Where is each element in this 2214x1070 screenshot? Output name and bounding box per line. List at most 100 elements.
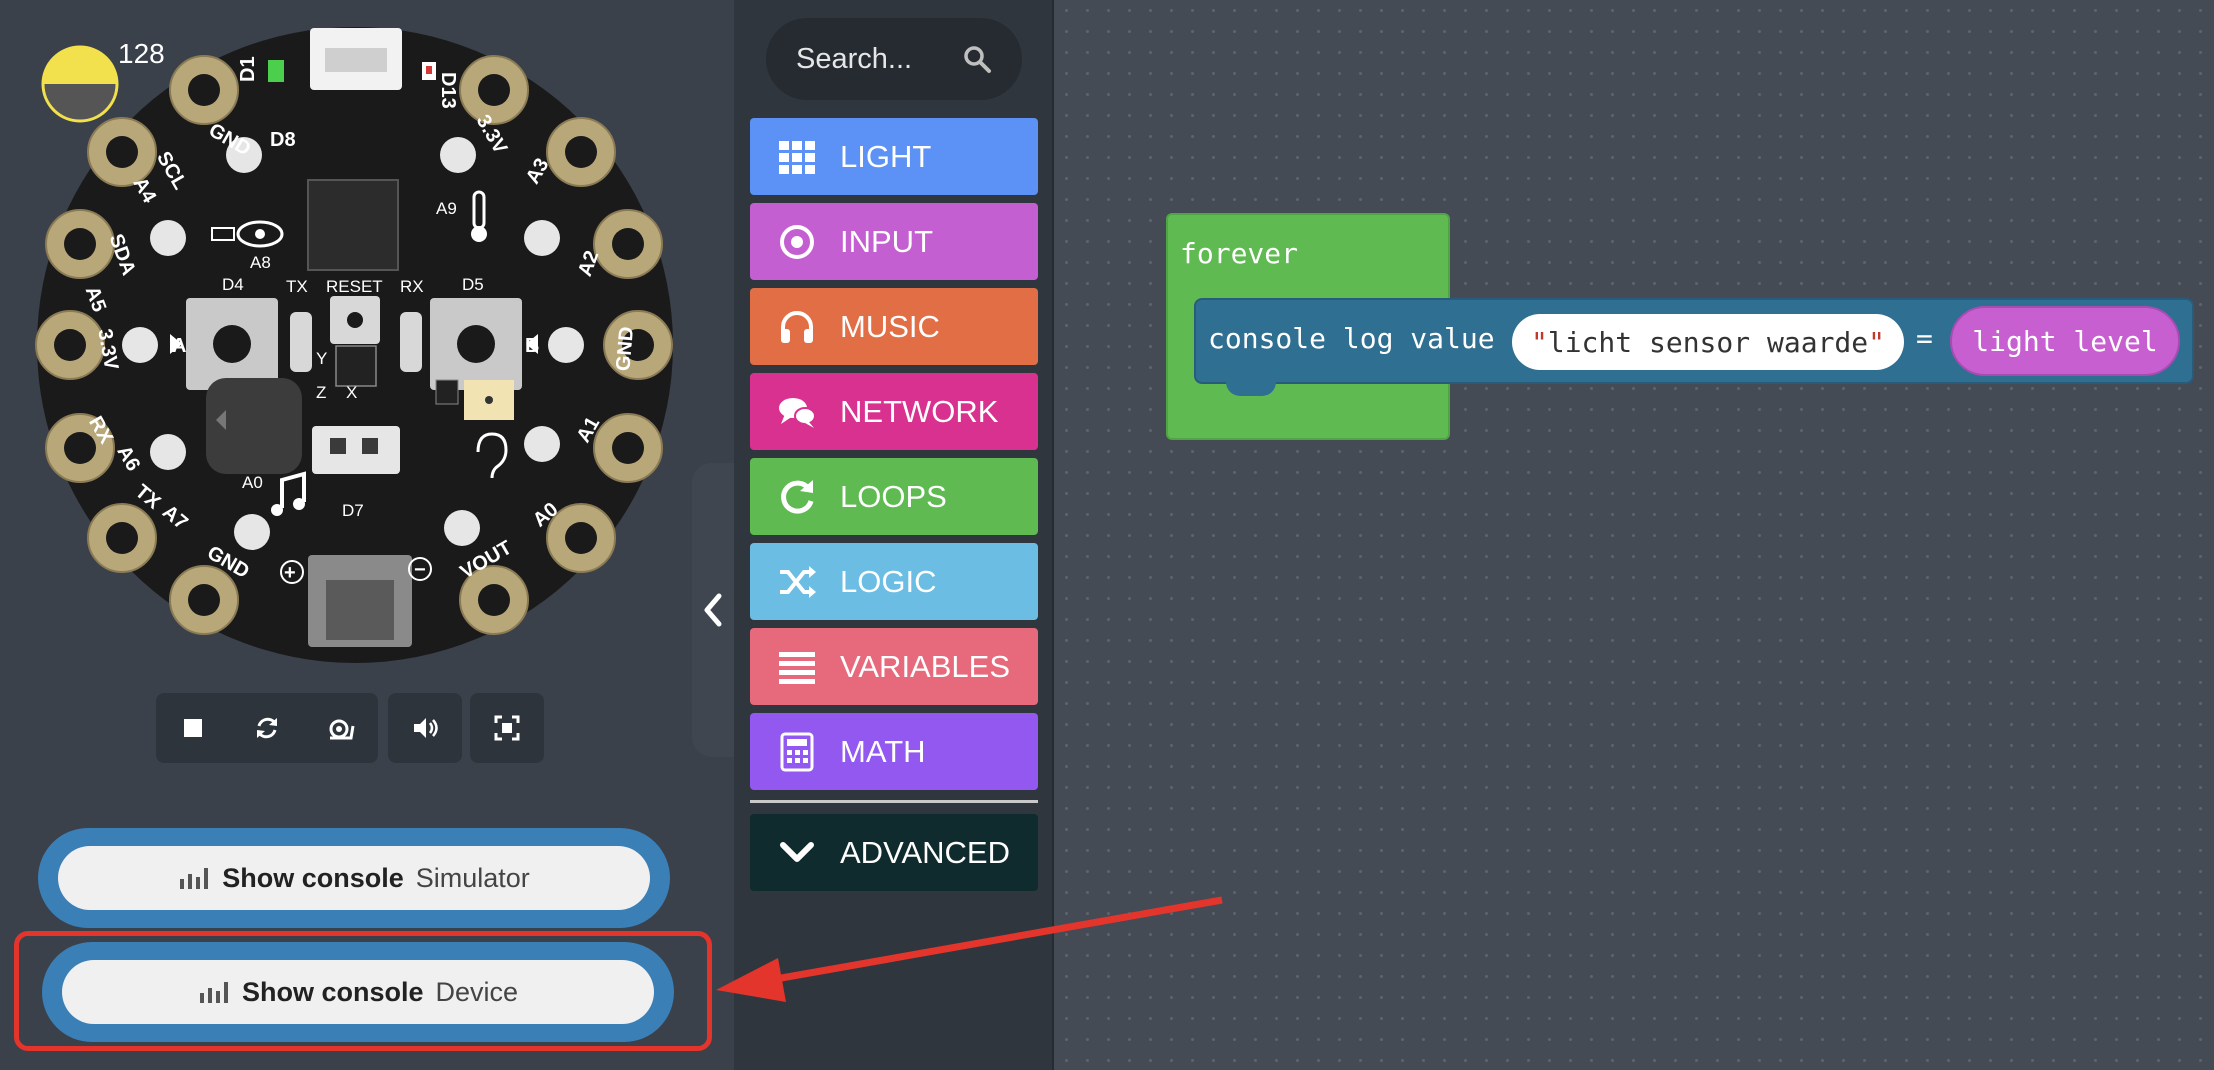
category-input[interactable]: INPUT xyxy=(750,203,1038,280)
neopixel-7 xyxy=(150,434,186,470)
calculator-icon xyxy=(780,732,814,771)
category-label: MUSIC xyxy=(840,308,940,344)
category-math[interactable]: MATH xyxy=(750,713,1038,790)
simulator-pane: + − D1 D13 D8 GND 3.3V SCL A4 A3 SDA A5 … xyxy=(0,0,734,1070)
label-reset: RESET xyxy=(326,277,383,296)
console-log-value-label: console log value xyxy=(1208,322,1495,355)
console-simulator-container: Show console Simulator xyxy=(38,828,670,928)
label-d7: D7 xyxy=(342,501,364,520)
category-network[interactable]: NETWORK xyxy=(750,373,1038,450)
label-a0-speaker: A0 xyxy=(242,473,263,492)
label-d5: D5 xyxy=(462,275,484,294)
toolbox-divider xyxy=(750,800,1038,803)
chevron-down-icon xyxy=(780,841,814,862)
light-level-gauge[interactable] xyxy=(40,44,120,124)
label-z-axis: Z xyxy=(316,383,326,402)
label-gnd-right: GND xyxy=(612,326,638,372)
category-label: LOOPS xyxy=(840,478,947,514)
search-input[interactable]: Search... xyxy=(766,18,1022,100)
category-logic[interactable]: LOGIC xyxy=(750,543,1038,620)
search-icon xyxy=(964,46,991,73)
list-icon xyxy=(779,651,815,684)
category-music[interactable]: MUSIC xyxy=(750,288,1038,365)
category-label: LIGHT xyxy=(840,138,932,174)
svg-text:−: − xyxy=(414,559,426,581)
toolbox: Search... LIGHT INPUT MUSIC NETWORK LOOP… xyxy=(734,0,1054,1070)
refresh-icon xyxy=(781,479,814,514)
category-label: LOGIC xyxy=(840,563,937,599)
ir-transmitter xyxy=(290,312,312,372)
string-input-slot[interactable]: " licht sensor waarde " xyxy=(1512,314,1904,370)
bar-chart-icon xyxy=(180,868,209,889)
label-rx-chip: RX xyxy=(400,277,424,296)
neopixel-3 xyxy=(150,220,186,256)
power-led xyxy=(268,60,284,82)
block-connector-notch xyxy=(1226,380,1276,396)
light-level-label: light level xyxy=(1972,324,2158,358)
slide-switch xyxy=(312,426,400,474)
fullscreen-icon xyxy=(494,715,520,741)
chevron-left-icon xyxy=(704,593,722,627)
neopixel-5 xyxy=(122,327,158,363)
forever-block-label: forever xyxy=(1180,237,1299,270)
simulator-controls-sound xyxy=(388,693,462,763)
mute-button[interactable] xyxy=(390,693,460,763)
stop-button[interactable] xyxy=(158,693,228,763)
category-loops[interactable]: LOOPS xyxy=(750,458,1038,535)
show-console-simulator-button[interactable]: Show console Simulator xyxy=(58,846,650,910)
simulator-controls-main xyxy=(156,693,378,763)
category-variables[interactable]: VARIABLES xyxy=(750,628,1038,705)
search-placeholder: Search... xyxy=(796,42,913,75)
collapse-simulator-button[interactable] xyxy=(692,463,734,757)
label-d1: D1 xyxy=(237,56,259,82)
label-a8: A8 xyxy=(250,253,271,272)
speaker xyxy=(206,378,302,474)
blocks-workspace[interactable] xyxy=(1056,0,2214,1070)
light-level-value: 128 xyxy=(118,38,165,69)
d13-led xyxy=(426,66,432,74)
shuffle-icon xyxy=(780,565,816,598)
category-light[interactable]: LIGHT xyxy=(750,118,1038,195)
neopixel-2 xyxy=(440,137,476,173)
show-console-label: Show console xyxy=(222,862,404,893)
label-x-axis: X xyxy=(346,383,357,402)
label-d13: D13 xyxy=(437,72,459,109)
annotation-highlight-box xyxy=(14,931,712,1051)
neopixel-10 xyxy=(444,510,480,546)
headphones-icon xyxy=(781,310,813,343)
category-advanced[interactable]: ADVANCED xyxy=(750,814,1038,891)
slow-mo-button[interactable] xyxy=(306,693,376,763)
label-button-a: A xyxy=(172,335,186,357)
mcu-chip xyxy=(307,179,399,271)
console-target-simulator: Simulator xyxy=(415,862,530,893)
volume-icon xyxy=(414,718,438,738)
target-icon xyxy=(780,224,814,259)
category-label: ADVANCED xyxy=(840,834,1010,870)
label-tx-chip: TX xyxy=(286,277,308,296)
stop-icon xyxy=(184,719,202,737)
category-label: VARIABLES xyxy=(840,648,1011,684)
svg-text:+: + xyxy=(284,562,296,584)
light-level-block[interactable]: light level xyxy=(1950,306,2180,376)
grid-icon xyxy=(779,140,815,174)
ir-receiver xyxy=(400,312,422,372)
neopixel-4 xyxy=(524,220,560,256)
category-label: INPUT xyxy=(840,223,933,259)
restart-button[interactable] xyxy=(232,693,302,763)
neopixel-9 xyxy=(234,514,270,550)
equals-sign: = xyxy=(1916,322,1933,355)
snail-icon xyxy=(329,719,355,740)
label-d8: D8 xyxy=(270,129,296,151)
fullscreen-button[interactable] xyxy=(472,693,542,763)
category-label: NETWORK xyxy=(840,393,999,429)
string-value: licht sensor waarde xyxy=(1547,325,1869,359)
neopixel-6 xyxy=(548,327,584,363)
chat-icon xyxy=(779,397,816,428)
label-button-b: B xyxy=(525,335,539,357)
refresh-icon xyxy=(257,717,277,739)
label-y-axis: Y xyxy=(316,349,327,368)
simulator-controls-fullscreen xyxy=(470,693,544,763)
label-d4: D4 xyxy=(222,275,244,294)
label-a9: A9 xyxy=(436,199,457,218)
circuit-playground-board[interactable]: + − D1 D13 D8 GND 3.3V SCL A4 A3 SDA A5 … xyxy=(30,20,680,670)
